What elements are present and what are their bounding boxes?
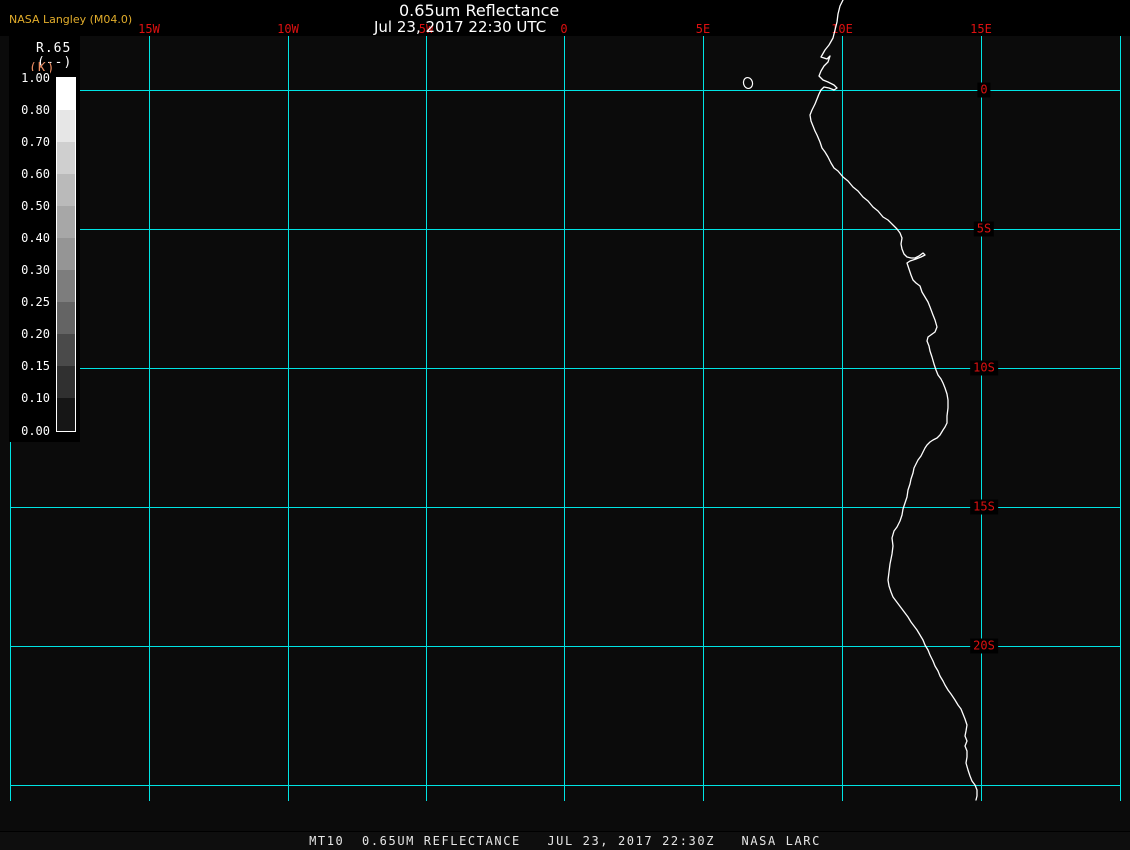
island-outline (742, 76, 754, 90)
coastline-svg (742, 0, 978, 801)
status-bar-text: MT10 0.65UM REFLECTANCE JUL 23, 2017 22:… (309, 834, 821, 848)
branding-text: NASA Langley (M04.0) (9, 13, 133, 26)
page-title: 0.65um Reflectance (399, 1, 560, 20)
timestamp: Jul 23, 2017 22:30 UTC (374, 18, 547, 36)
satellite-display: 15W 10W 5W 0 5E 10E 15E 0 5S 10S 15S 20S R.65 (--) … (0, 0, 1130, 850)
coastline-path (809, 0, 978, 801)
